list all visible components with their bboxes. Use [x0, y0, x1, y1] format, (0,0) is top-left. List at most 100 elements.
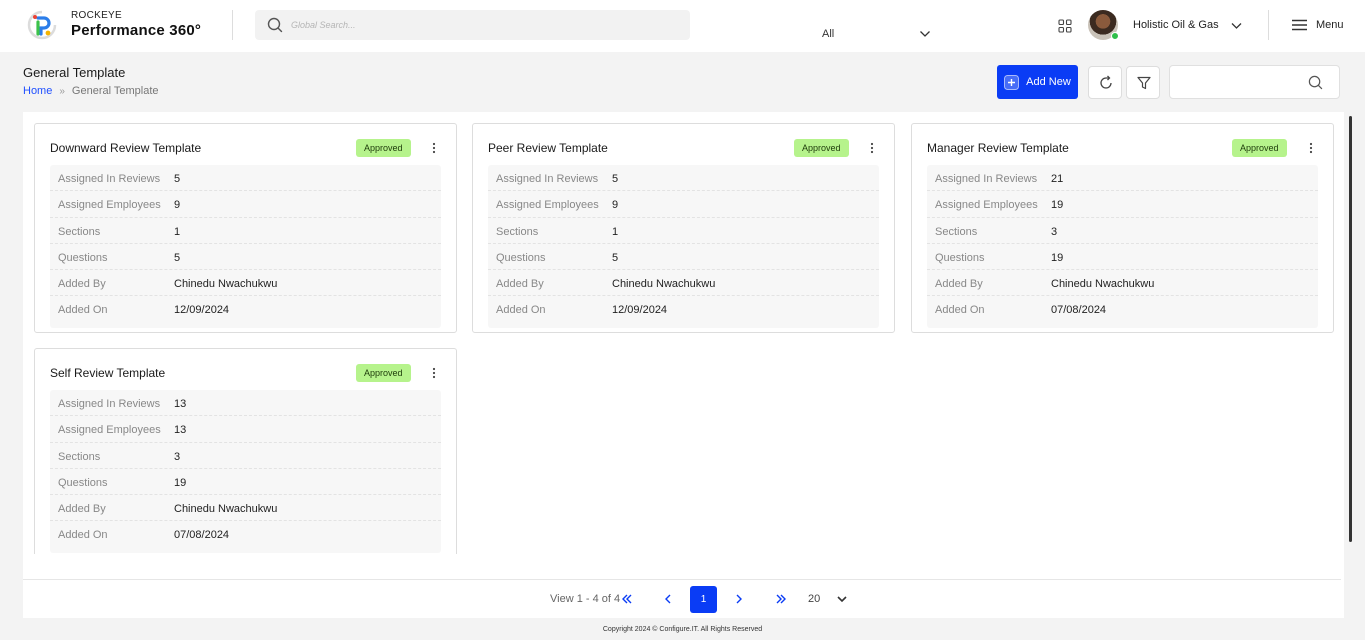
field-label: Questions	[58, 476, 108, 489]
more-options-icon[interactable]	[1308, 142, 1314, 154]
sections-value: 3	[1051, 225, 1058, 238]
divider	[232, 10, 233, 40]
assigned-employees-value: 13	[174, 424, 187, 437]
field-label: Added By	[496, 278, 544, 291]
field-label: Assigned In Reviews	[496, 173, 599, 185]
template-details: Assigned In Reviews 21 Assigned Employees…	[927, 165, 1318, 328]
template-details: Assigned In Reviews 5 Assigned Employees 9…	[50, 165, 441, 328]
page-1-button[interactable]: 1	[690, 586, 717, 613]
filter-button[interactable]	[1126, 66, 1160, 99]
global-search: All	[255, 10, 941, 46]
assigned-employees-value: 9	[174, 199, 181, 212]
rockeye-logo-icon[interactable]	[26, 9, 58, 41]
template-card[interactable]: Manager Review Template Approved Assigne…	[911, 123, 1334, 333]
pagination: View 1 - 4 of 4 1 20	[0, 586, 1365, 614]
status-badge: Approved	[356, 139, 411, 157]
hamburger-icon	[1292, 19, 1307, 31]
refresh-icon	[1100, 75, 1112, 89]
search-icon	[267, 17, 283, 33]
first-page-icon[interactable]	[620, 592, 634, 606]
questions-value: 19	[174, 476, 187, 489]
refresh-button[interactable]	[1088, 66, 1122, 99]
field-label: Sections	[58, 225, 101, 238]
field-label: Assigned Employees	[58, 199, 161, 212]
search-icon	[1308, 75, 1323, 90]
template-title[interactable]: Peer Review Template	[488, 141, 608, 155]
search-scope-select[interactable]: All	[811, 23, 941, 46]
template-title[interactable]: Downward Review Template	[50, 141, 201, 155]
field-label: Assigned Employees	[496, 199, 599, 212]
breadcrumb: Home » General Template	[23, 85, 159, 97]
apps-grid-icon[interactable]	[1058, 19, 1072, 33]
assigned-reviews-value: 21	[1051, 173, 1064, 185]
menu-button[interactable]: Menu	[1292, 17, 1344, 33]
page-size-value[interactable]: 20	[808, 593, 820, 605]
sections-value: 3	[174, 450, 181, 463]
template-details: Assigned In Reviews 13 Assigned Employees…	[50, 390, 441, 553]
template-card[interactable]: Downward Review Template Approved Assign…	[34, 123, 457, 333]
template-card[interactable]: Peer Review Template Approved Assigned I…	[472, 123, 895, 333]
company-name[interactable]: Holistic Oil & Gas	[1133, 19, 1219, 31]
divider	[1268, 10, 1269, 40]
field-label: Assigned Employees	[58, 424, 161, 437]
field-label: Questions	[496, 251, 546, 264]
assigned-reviews-value: 5	[612, 173, 619, 185]
previous-page-icon[interactable]	[661, 592, 675, 606]
field-label: Added On	[58, 529, 108, 542]
more-options-icon[interactable]	[431, 142, 437, 154]
breadcrumb-current: General Template	[71, 85, 159, 97]
assigned-reviews-value: 5	[174, 173, 181, 185]
template-title[interactable]: Manager Review Template	[927, 141, 1069, 155]
field-label: Added On	[58, 304, 108, 317]
filter-icon	[1137, 76, 1151, 90]
status-badge: Approved	[1232, 139, 1287, 157]
add-new-label: Add New	[1026, 76, 1071, 88]
template-details: Assigned In Reviews 5 Assigned Employees 9…	[488, 165, 879, 328]
template-title[interactable]: Self Review Template	[50, 366, 165, 380]
page-title: General Template	[23, 65, 126, 80]
field-label: Added By	[58, 503, 106, 516]
breadcrumb-separator-icon: »	[59, 85, 65, 97]
added-by-value: Chinedu Nwachukwu	[174, 278, 278, 291]
breadcrumb-home-link[interactable]: Home	[23, 85, 52, 97]
field-label: Sections	[496, 225, 539, 238]
more-options-icon[interactable]	[431, 367, 437, 379]
template-card[interactable]: Self Review Template Approved Assigned I…	[34, 348, 457, 554]
scrollbar[interactable]	[1349, 116, 1352, 542]
field-label: Added By	[935, 278, 983, 291]
field-label: Questions	[58, 251, 108, 264]
sections-value: 1	[174, 225, 181, 238]
pagination-view-text: View 1 - 4 of 4	[550, 593, 621, 605]
brand: ROCKEYE Performance 360°	[71, 10, 201, 40]
template-search-input[interactable]	[1169, 65, 1340, 99]
last-page-icon[interactable]	[774, 592, 788, 606]
status-badge: Approved	[356, 364, 411, 382]
add-new-button[interactable]: Add New	[997, 65, 1078, 99]
field-label: Assigned In Reviews	[58, 398, 161, 410]
chevron-down-icon[interactable]	[836, 593, 848, 605]
field-label: Added By	[58, 278, 106, 291]
field-label: Assigned Employees	[935, 199, 1038, 212]
added-on-value: 07/08/2024	[174, 529, 230, 542]
field-label: Sections	[935, 225, 978, 238]
questions-value: 5	[174, 251, 181, 264]
field-label: Questions	[935, 251, 985, 264]
divider	[23, 579, 1341, 580]
field-label: Added On	[496, 304, 546, 317]
menu-label: Menu	[1316, 19, 1344, 31]
assigned-reviews-value: 13	[174, 398, 187, 410]
top-bar: ROCKEYE Performance 360° All Holistic Oi…	[0, 0, 1365, 52]
next-page-icon[interactable]	[732, 592, 746, 606]
more-options-icon[interactable]	[869, 142, 875, 154]
sections-value: 1	[612, 225, 619, 238]
brand-product: Performance 360°	[71, 22, 202, 39]
added-on-value: 07/08/2024	[1051, 304, 1107, 317]
chevron-down-icon[interactable]	[1230, 19, 1243, 32]
questions-value: 19	[1051, 251, 1064, 264]
user-avatar[interactable]	[1088, 10, 1119, 40]
added-by-value: Chinedu Nwachukwu	[612, 278, 716, 291]
questions-value: 5	[612, 251, 619, 264]
field-label: Assigned In Reviews	[58, 173, 161, 185]
search-input[interactable]	[291, 16, 541, 34]
added-on-value: 12/09/2024	[612, 304, 668, 317]
